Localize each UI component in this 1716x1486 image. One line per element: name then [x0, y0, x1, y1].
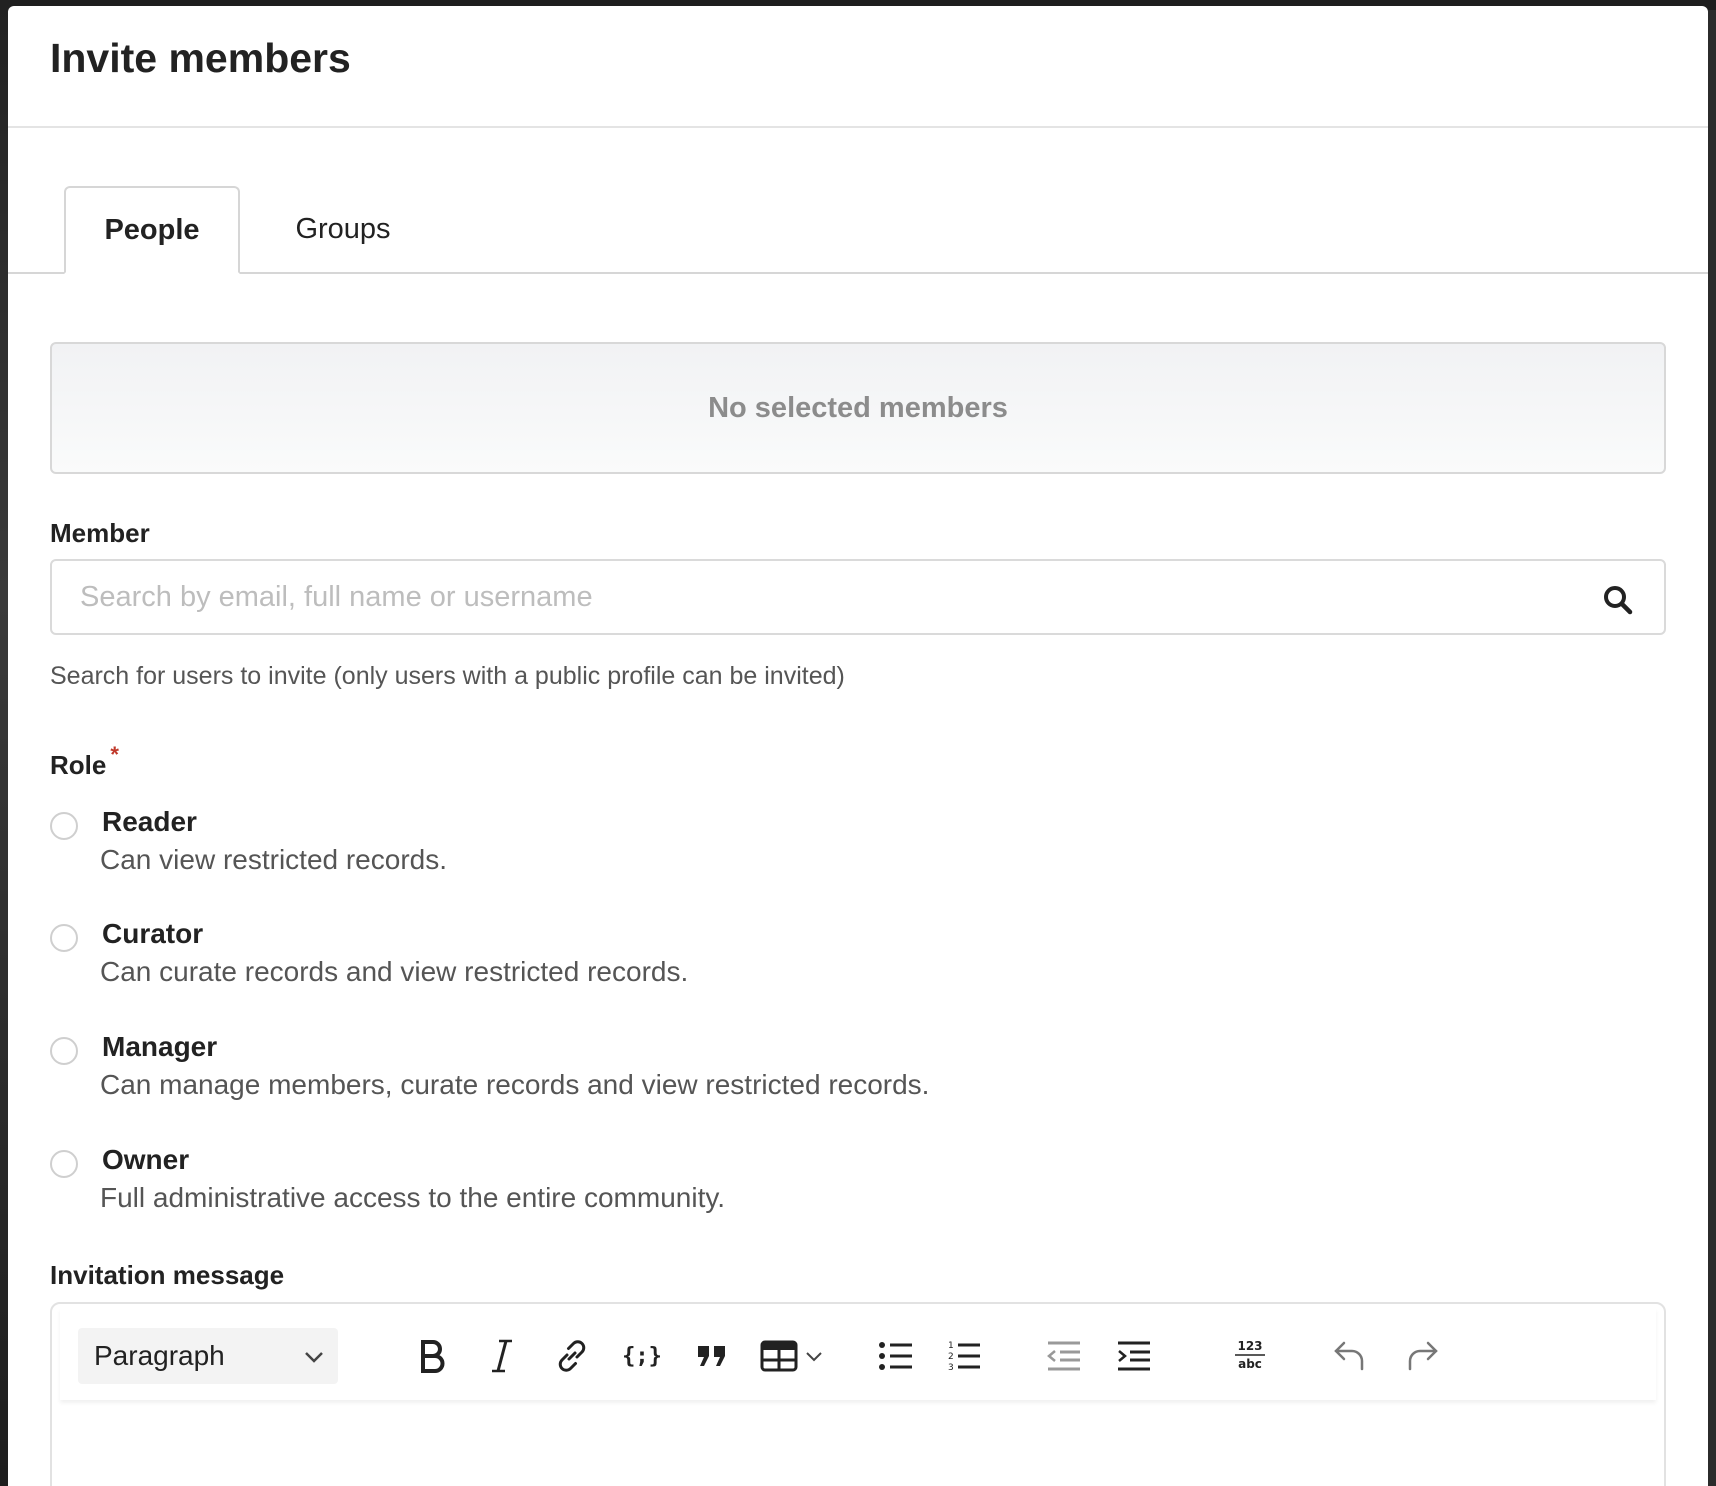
tab-people[interactable]: People: [64, 186, 240, 274]
blockquote-button[interactable]: [686, 1330, 738, 1382]
svg-text:1: 1: [948, 1341, 954, 1351]
special-characters-top: 123: [1237, 1339, 1262, 1353]
link-button[interactable]: [546, 1330, 598, 1382]
outdent-button[interactable]: [1038, 1330, 1090, 1382]
special-characters-button[interactable]: 123 abc: [1224, 1330, 1276, 1382]
indent-button[interactable]: [1108, 1330, 1160, 1382]
chevron-down-icon: [804, 1346, 824, 1366]
member-label: Member: [50, 518, 150, 548]
role-option-description: Full administrative access to the entire…: [100, 1182, 726, 1213]
undo-icon: [1332, 1339, 1368, 1373]
member-search-input[interactable]: [52, 561, 1664, 633]
link-icon: [554, 1338, 590, 1374]
role-option-title: Curator: [102, 918, 204, 949]
numbered-list-icon: 123: [946, 1339, 982, 1373]
svg-text:2: 2: [948, 1352, 954, 1362]
blockquote-icon: [696, 1344, 728, 1368]
radio-button[interactable]: [50, 1037, 78, 1065]
tab-bar: People Groups: [8, 186, 1708, 274]
selected-members-empty-text: No selected members: [708, 391, 1008, 424]
editor-toolbar: Paragraph {;} 1 2 3 123 abc: [60, 1308, 1656, 1400]
role-option-description: Can curate records and view restricted r…: [100, 956, 689, 987]
italic-button[interactable]: [476, 1330, 528, 1382]
code-block-button[interactable]: {;}: [616, 1330, 668, 1382]
radio-button[interactable]: [50, 1150, 78, 1178]
required-marker: *: [110, 742, 119, 767]
undo-button[interactable]: [1324, 1330, 1376, 1382]
outdent-icon: [1046, 1340, 1082, 1372]
bold-icon: [417, 1339, 447, 1373]
role-option-description: Can view restricted records.: [100, 844, 448, 875]
dialog-header: Invite members: [8, 6, 1708, 128]
table-button[interactable]: [752, 1330, 832, 1382]
member-search-field: [50, 559, 1666, 635]
invite-members-dialog: Invite members People Groups No selected…: [8, 6, 1708, 1486]
invitation-message-label: Invitation message: [50, 1260, 285, 1290]
tab-groups[interactable]: Groups: [268, 186, 418, 272]
code-block-icon: {;}: [624, 1341, 660, 1371]
special-characters-bottom: abc: [1238, 1357, 1262, 1371]
chevron-down-icon: [302, 1344, 326, 1368]
role-label-text: Role: [50, 750, 107, 780]
redo-icon: [1404, 1339, 1440, 1373]
dialog-title: Invite members: [50, 34, 351, 81]
block-format-value: Paragraph: [94, 1340, 225, 1371]
radio-button[interactable]: [50, 924, 78, 952]
role-option-description: Can manage members, curate records and v…: [100, 1069, 930, 1100]
radio-button[interactable]: [50, 812, 78, 840]
bulleted-list-button[interactable]: [870, 1330, 922, 1382]
table-icon: [760, 1340, 798, 1372]
role-option-title: Manager: [102, 1031, 218, 1062]
indent-icon: [1116, 1340, 1152, 1372]
svg-text:{;}: {;}: [624, 1344, 660, 1369]
special-characters-icon: 123 abc: [1231, 1338, 1269, 1374]
role-label: Role *: [50, 742, 119, 781]
member-help-text: Search for users to invite (only users w…: [50, 662, 845, 690]
numbered-list-button[interactable]: 123: [938, 1330, 990, 1382]
italic-icon: [490, 1339, 514, 1373]
redo-button[interactable]: [1396, 1330, 1448, 1382]
bold-button[interactable]: [406, 1330, 458, 1382]
rich-text-editor: Paragraph {;} 1 2 3 123 abc: [50, 1302, 1666, 1486]
bulleted-list-icon: [878, 1340, 914, 1372]
role-option-title: Reader: [102, 806, 197, 837]
search-icon[interactable]: [1602, 584, 1634, 616]
block-format-dropdown[interactable]: Paragraph: [78, 1328, 338, 1384]
svg-text:3: 3: [948, 1363, 954, 1373]
role-option-title: Owner: [102, 1144, 190, 1175]
selected-members-panel: No selected members: [50, 342, 1666, 474]
